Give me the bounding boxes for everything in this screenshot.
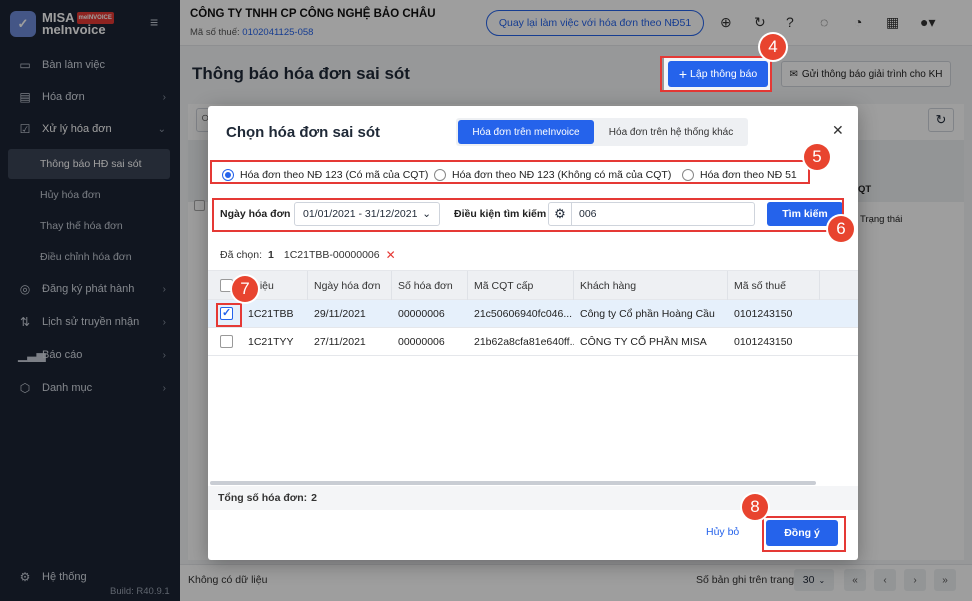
column-header-tax-code[interactable]: Mã số thuế [728,271,820,301]
selected-summary: Đã chọn: 1 1C21TBB-00000006 ✕ [220,248,396,262]
invoice-table: hiệu Ngày hóa đơn Số hóa đơn Mã CQT cấp … [208,270,858,480]
row-checkbox[interactable] [220,335,233,348]
source-tabs: Hóa đơn trên meInvoice Hóa đơn trên hệ t… [456,118,748,146]
table-row[interactable]: 1C21TBB 29/11/2021 00000006 21c50606940f… [208,300,858,328]
highlight-box-search [212,198,844,232]
column-header-number[interactable]: Số hóa đơn [392,271,468,301]
column-header-customer[interactable]: Khách hàng [574,271,728,301]
remove-selection-icon[interactable]: ✕ [386,248,396,262]
highlight-box-create [660,56,772,92]
column-header-cqt-code[interactable]: Mã CQT cấp [468,271,574,301]
close-icon[interactable]: ✕ [832,122,844,139]
step-marker-7: 7 [232,276,258,302]
highlight-box-confirm [762,516,846,552]
highlight-box-checkbox [216,303,242,327]
step-marker-5: 5 [804,144,830,170]
step-marker-4: 4 [760,34,786,60]
step-marker-8: 8 [742,494,768,520]
selected-invoice-tag: 1C21TBB-00000006 [283,249,380,261]
cancel-button[interactable]: Hủy bỏ [706,526,739,538]
tab-meinvoice[interactable]: Hóa đơn trên meInvoice [458,120,594,144]
step-marker-6: 6 [828,216,854,242]
column-header-date[interactable]: Ngày hóa đơn [308,271,392,301]
tab-other-system[interactable]: Hóa đơn trên hệ thống khác [596,120,746,144]
highlight-box-radios [210,160,810,184]
dialog-title: Chọn hóa đơn sai sót [226,124,380,141]
table-row[interactable]: 1C21TYY 27/11/2021 00000006 21b62a8cfa81… [208,328,858,356]
table-header: hiệu Ngày hóa đơn Số hóa đơn Mã CQT cấp … [208,270,858,301]
